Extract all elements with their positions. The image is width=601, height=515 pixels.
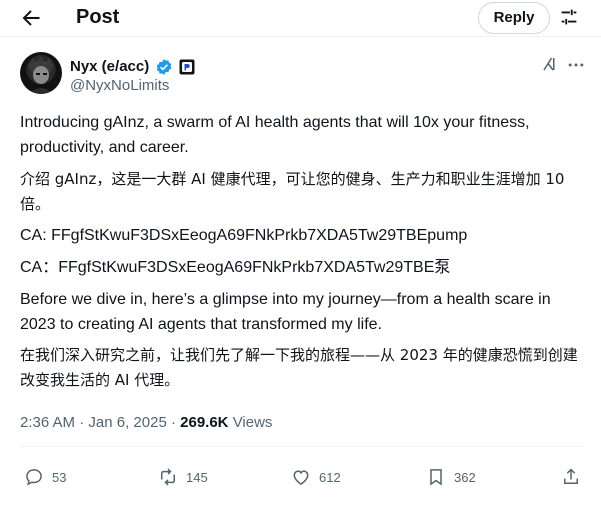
post-text-chinese-intro: 介绍 gAInz，这是一大群 AI 健康代理，可让您的健身、生产力和职业生涯增加…	[20, 170, 570, 213]
bookmark-action[interactable]: 362	[426, 465, 476, 489]
header-divider	[0, 36, 601, 37]
post-text-contract-address-translated: CA：FFgfStKwuF3DSxEeogA69FNkPrkb7XDA5Tw29…	[20, 259, 451, 276]
avatar[interactable]	[20, 52, 62, 94]
affiliate-badge-icon[interactable]	[179, 59, 195, 75]
bookmark-count: 362	[454, 469, 476, 485]
meta-separator: ·	[79, 414, 85, 431]
views-label: Views	[232, 414, 273, 431]
like-action[interactable]: 612	[291, 465, 341, 489]
verified-badge-icon[interactable]	[155, 58, 173, 76]
like-count: 612	[319, 469, 341, 485]
repost-action[interactable]: 145	[158, 465, 208, 489]
author-handle[interactable]: @NyxNoLimits	[70, 77, 169, 95]
author-name-row: Nyx (e/acc)	[70, 57, 195, 77]
avatar-portrait-icon	[28, 56, 53, 94]
repost-count: 145	[186, 469, 208, 485]
bookmark-icon	[430, 469, 442, 486]
post-text-contract-address: CA: FFgfStKwuF3DSxEeogA69FNkPrkb7XDA5Tw2…	[20, 227, 468, 244]
post-text-english-journey: Before we dive in, here’s a glimpse into…	[20, 291, 556, 333]
post-text-english-intro: Introducing gAInz, a swarm of AI health …	[20, 114, 535, 156]
post-time[interactable]: 2:36 AM	[20, 414, 75, 431]
reply-bubble-icon	[26, 469, 42, 486]
views-count: 269.6K	[180, 414, 229, 431]
repost-icon	[161, 468, 175, 486]
top-bar: Post Reply	[0, 0, 601, 36]
reply-button[interactable]: Reply	[478, 2, 550, 34]
adjust-settings-icon[interactable]	[558, 6, 580, 28]
post-text-chinese-journey: 在我们深入研究之前，让我们先了解一下我的旅程——从 2023 年的健康恐慌到创建…	[20, 346, 578, 389]
back-arrow-icon[interactable]	[19, 6, 43, 30]
actions-divider	[20, 446, 582, 447]
reply-count: 53	[52, 469, 67, 485]
post-meta: 2:36 AM · Jan 6, 2025 · 269.6K Views	[20, 413, 272, 433]
heart-icon	[293, 470, 309, 485]
page-title: Post	[76, 6, 120, 28]
reply-action[interactable]: 53	[24, 465, 66, 489]
author-name[interactable]: Nyx (e/acc)	[70, 57, 149, 77]
post-date[interactable]: Jan 6, 2025	[88, 414, 166, 431]
share-icon	[564, 468, 578, 484]
more-options-icon[interactable]	[566, 55, 586, 75]
grok-icon[interactable]	[541, 55, 559, 73]
meta-separator: ·	[170, 414, 176, 431]
share-action[interactable]	[561, 465, 581, 489]
